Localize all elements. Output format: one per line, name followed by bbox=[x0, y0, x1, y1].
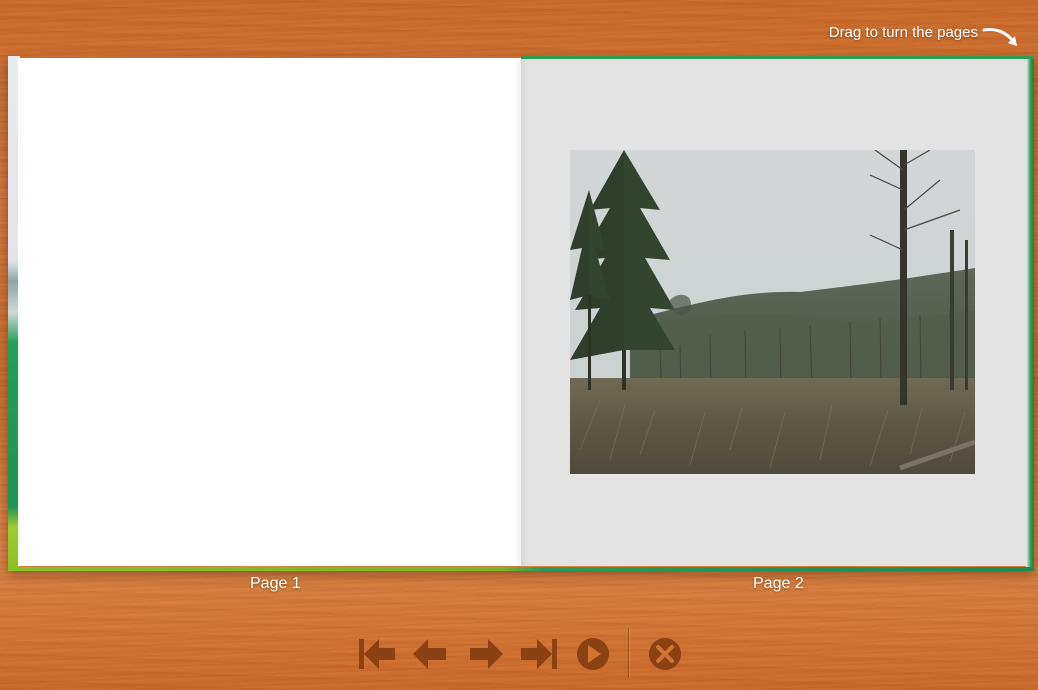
page-2-label: Page 2 bbox=[753, 575, 804, 592]
play-button[interactable] bbox=[573, 636, 613, 672]
navigation-toolbar bbox=[0, 626, 1038, 682]
first-page-button[interactable] bbox=[357, 636, 397, 672]
page-2[interactable] bbox=[521, 59, 1026, 566]
skip-to-last-icon bbox=[519, 636, 559, 672]
curved-arrow-icon bbox=[982, 24, 1022, 50]
forest-landscape-photo bbox=[570, 150, 975, 474]
close-icon bbox=[645, 636, 685, 672]
arrow-right-icon bbox=[466, 636, 506, 672]
play-icon bbox=[573, 636, 613, 672]
page-1-label: Page 1 bbox=[250, 575, 301, 592]
arrow-left-icon bbox=[410, 636, 450, 672]
flip-book[interactable] bbox=[8, 56, 1034, 571]
last-page-button[interactable] bbox=[519, 636, 559, 672]
skip-to-first-icon bbox=[357, 636, 397, 672]
previous-page-button[interactable] bbox=[410, 636, 450, 672]
book-cover-bottom-edge bbox=[8, 567, 1034, 571]
drag-hint-text: Drag to turn the pages bbox=[828, 24, 978, 41]
page-1[interactable] bbox=[18, 58, 521, 566]
toolbar-divider bbox=[628, 628, 629, 678]
book-cover-right-edge bbox=[1026, 56, 1034, 568]
close-button[interactable] bbox=[645, 636, 685, 672]
next-page-button[interactable] bbox=[466, 636, 506, 672]
